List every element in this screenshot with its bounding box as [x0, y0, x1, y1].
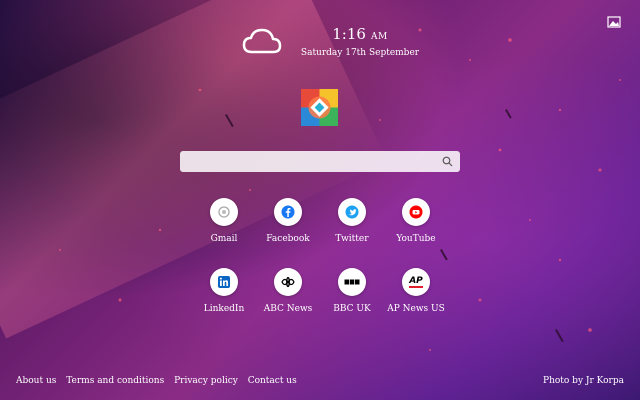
shortcut-label: BBC UK [333, 304, 371, 314]
shortcut-label: LinkedIn [203, 304, 245, 314]
shortcut-label: Gmail [210, 234, 238, 244]
ap-news-icon: AP [402, 268, 430, 296]
youtube-icon [402, 198, 430, 226]
shortcut-ap-news-us[interactable]: AP AP News US [381, 268, 451, 314]
search-bar [180, 151, 460, 174]
shortcut-label: Twitter [335, 234, 369, 244]
wallpaper-image-icon[interactable] [607, 16, 621, 28]
linkedin-icon [210, 268, 238, 296]
shortcut-linkedin[interactable]: LinkedIn [189, 268, 259, 314]
contact-us-link[interactable]: Contact us [248, 376, 297, 386]
facebook-icon [274, 198, 302, 226]
shortcut-bbc-uk[interactable]: BBC UK [317, 268, 387, 314]
about-us-link[interactable]: About us [16, 376, 56, 386]
terms-link[interactable]: Terms and conditions [66, 376, 164, 386]
privacy-policy-link[interactable]: Privacy policy [174, 376, 238, 386]
shortcut-label: YouTube [396, 234, 436, 244]
twitter-icon [338, 198, 366, 226]
gmail-icon [210, 198, 238, 226]
extension-logo-icon[interactable] [301, 89, 338, 126]
footer-links: About us Terms and conditions Privacy po… [16, 376, 304, 386]
shortcut-label: AP News US [387, 304, 445, 314]
cloud-weather-icon[interactable] [240, 24, 284, 58]
ap-news-logo-text: AP [409, 275, 423, 288]
shortcut-facebook[interactable]: Facebook [253, 198, 323, 244]
search-icon[interactable] [442, 156, 453, 167]
clock-date: Saturday 17th September [300, 48, 420, 58]
clock-ampm: AM [371, 32, 388, 42]
search-input[interactable] [180, 153, 430, 174]
abc-news-icon [274, 268, 302, 296]
bbc-icon [338, 268, 366, 296]
clock-time: 1:16 [332, 25, 366, 43]
photo-credit[interactable]: Photo by Jr Korpa [543, 376, 624, 386]
shortcut-abc-news[interactable]: ABC News [253, 268, 323, 314]
shortcut-youtube[interactable]: YouTube [381, 198, 451, 244]
shortcut-label: ABC News [263, 304, 313, 314]
shortcut-twitter[interactable]: Twitter [317, 198, 387, 244]
shortcut-gmail[interactable]: Gmail [189, 198, 259, 244]
shortcut-label: Facebook [266, 234, 310, 244]
clock-widget: 1:16 AM Saturday 17th September [300, 24, 420, 58]
